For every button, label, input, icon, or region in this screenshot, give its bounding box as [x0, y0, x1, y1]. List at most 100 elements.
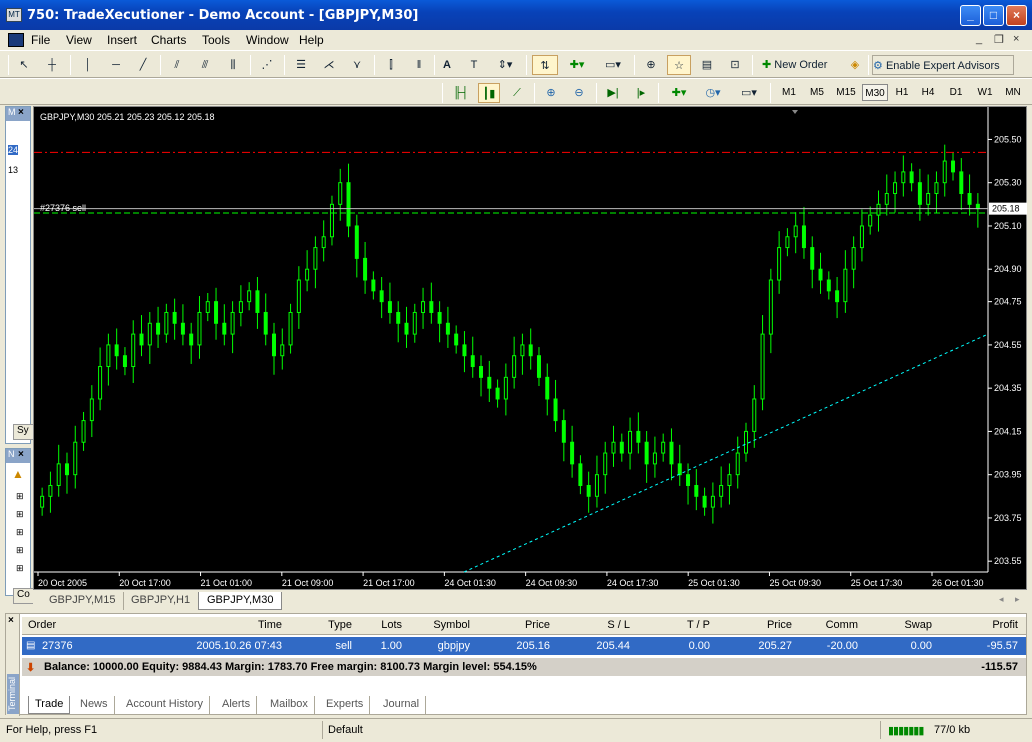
zoom-in-icon[interactable]: ⊕: [540, 83, 562, 103]
tab-trade[interactable]: Trade: [28, 696, 71, 714]
tab-journal[interactable]: Journal: [377, 696, 427, 714]
panel-close-icon[interactable]: ×: [18, 449, 24, 460]
col-type[interactable]: Type: [302, 619, 352, 631]
chart-tab-m15[interactable]: GBPJPY,M15: [41, 592, 125, 610]
col-tp[interactable]: T / P: [652, 619, 710, 631]
fibo-retracement-icon[interactable]: ☰: [290, 55, 312, 75]
col-sl[interactable]: S / L: [572, 619, 630, 631]
line-chart-icon[interactable]: ⟋: [506, 83, 528, 103]
tf-mn[interactable]: MN: [1000, 84, 1026, 101]
text-label-icon[interactable]: T: [464, 55, 484, 75]
tf-w1[interactable]: W1: [972, 84, 998, 101]
text-icon[interactable]: A: [438, 55, 456, 75]
tree-expand-icon[interactable]: ⊞: [16, 563, 24, 574]
zoom-out-icon[interactable]: ⊖: [568, 83, 590, 103]
menu-insert[interactable]: Insert: [107, 33, 137, 47]
add-profile-icon[interactable]: ✚▾: [562, 55, 592, 75]
templates-icon[interactable]: ▭▾: [734, 83, 764, 103]
new-order-button[interactable]: ✚ New Order: [762, 55, 840, 75]
col-comm[interactable]: Comm: [802, 619, 858, 631]
menu-tools[interactable]: Tools: [202, 33, 230, 47]
vertical-line-icon[interactable]: │: [78, 55, 98, 75]
fibo-fan-icon[interactable]: ⋌: [318, 55, 340, 75]
cursor-icon[interactable]: ↖: [14, 55, 34, 75]
candlestick-icon[interactable]: ┃▮: [478, 83, 500, 103]
tf-d1[interactable]: D1: [944, 84, 968, 101]
tab-experts[interactable]: Experts: [320, 696, 371, 714]
new-chart-icon[interactable]: ⇅: [532, 55, 558, 75]
chart-tab-h1[interactable]: GBPJPY,H1: [123, 592, 200, 610]
tree-expand-icon[interactable]: ⊞: [16, 527, 24, 538]
crosshair-icon[interactable]: ┼: [42, 55, 62, 75]
fibo-arcs-icon[interactable]: ⋎: [346, 55, 368, 75]
tab-mailbox[interactable]: Mailbox: [264, 696, 315, 714]
tab-alerts[interactable]: Alerts: [216, 696, 258, 714]
chart-shift-icon[interactable]: |▸: [630, 83, 652, 103]
mdi-restore-button[interactable]: ❐: [994, 33, 1004, 46]
expert-advisors-button[interactable]: ⚙ Enable Expert Advisors: [872, 55, 1014, 75]
window-list-icon[interactable]: ▭▾: [598, 55, 628, 75]
horizontal-line-icon[interactable]: ─: [106, 55, 126, 75]
panel-close-icon[interactable]: ×: [18, 107, 24, 118]
autoscroll-icon[interactable]: ▶|: [602, 83, 624, 103]
minimize-button[interactable]: _: [960, 5, 981, 26]
col-current-price[interactable]: Price: [732, 619, 792, 631]
metaeditor-icon[interactable]: ◈: [845, 55, 865, 75]
cycle-lines-icon[interactable]: ‖: [408, 55, 430, 75]
bar-chart-icon[interactable]: ╟┤: [450, 83, 472, 103]
menu-view[interactable]: View: [66, 33, 92, 47]
terminal-close-icon[interactable]: ×: [8, 615, 14, 626]
chart-tab-m30[interactable]: GBPJPY,M30: [198, 592, 283, 610]
symbols-tab[interactable]: Sy: [13, 424, 35, 440]
tree-expand-icon[interactable]: ⊞: [16, 491, 24, 502]
market-watch-icon[interactable]: ☆: [667, 55, 691, 75]
symbol-row[interactable]: 24: [8, 145, 19, 155]
mdi-icon[interactable]: [8, 33, 24, 47]
tab-account-history[interactable]: Account History: [120, 696, 211, 714]
close-button[interactable]: ×: [1006, 5, 1027, 26]
tree-expand-icon[interactable]: ⊞: [16, 545, 24, 556]
periodicity-icon[interactable]: ◷▾: [698, 83, 728, 103]
col-order[interactable]: Order: [28, 619, 56, 631]
arrows-dropdown-icon[interactable]: ⇕▾: [490, 55, 520, 75]
mdi-minimize-button[interactable]: _: [976, 33, 982, 45]
col-lots[interactable]: Lots: [362, 619, 402, 631]
gann-icon[interactable]: ⫿: [380, 55, 402, 75]
trendline-icon[interactable]: ╱: [133, 55, 153, 75]
tf-m30[interactable]: M30: [862, 84, 888, 101]
menu-file[interactable]: File: [31, 33, 50, 47]
col-price[interactable]: Price: [492, 619, 550, 631]
col-profit[interactable]: Profit: [962, 619, 1018, 631]
tabs-scroll-right-icon[interactable]: ▸: [1015, 594, 1020, 605]
menu-window[interactable]: Window: [246, 33, 289, 47]
tf-h1[interactable]: H1: [890, 84, 914, 101]
tf-m5[interactable]: M5: [804, 84, 830, 101]
common-tab[interactable]: Co: [13, 588, 35, 604]
pitchfork-icon[interactable]: ⋰: [256, 55, 278, 75]
tf-m15[interactable]: M15: [832, 84, 860, 101]
navigator-icon[interactable]: ⊕: [640, 55, 662, 75]
chart-area[interactable]: GBPJPY,M30 205.21 205.23 205.12 205.18 2…: [33, 106, 1027, 590]
menu-charts[interactable]: Charts: [151, 33, 186, 47]
data-window-icon[interactable]: ▤: [696, 55, 718, 75]
terminal-icon[interactable]: ⊡: [724, 55, 746, 75]
symbol-row[interactable]: 13: [8, 165, 18, 175]
tf-m1[interactable]: M1: [776, 84, 802, 101]
indicators-icon[interactable]: ✚▾: [664, 83, 694, 103]
col-swap[interactable]: Swap: [882, 619, 932, 631]
table-row[interactable]: ▤ 27376 2005.10.26 07:43 sell 1.00 gbpjp…: [22, 637, 1026, 655]
regression-icon[interactable]: ⫻: [194, 55, 216, 75]
col-time[interactable]: Time: [182, 619, 282, 631]
mdi-close-button[interactable]: ×: [1013, 33, 1019, 45]
app-icon[interactable]: MT: [6, 8, 22, 22]
tab-news[interactable]: News: [74, 696, 115, 714]
tabs-scroll-left-icon[interactable]: ◂: [999, 594, 1004, 605]
menu-help[interactable]: Help: [299, 33, 324, 47]
stddev-icon[interactable]: ⫼: [222, 55, 244, 75]
col-symbol[interactable]: Symbol: [412, 619, 470, 631]
price-chart[interactable]: GBPJPY,M30 205.21 205.23 205.12 205.18 2…: [34, 107, 1028, 591]
tf-h4[interactable]: H4: [916, 84, 940, 101]
channel-icon[interactable]: ⫽: [166, 55, 188, 75]
tree-expand-icon[interactable]: ⊞: [16, 509, 24, 520]
maximize-button[interactable]: □: [983, 5, 1004, 26]
